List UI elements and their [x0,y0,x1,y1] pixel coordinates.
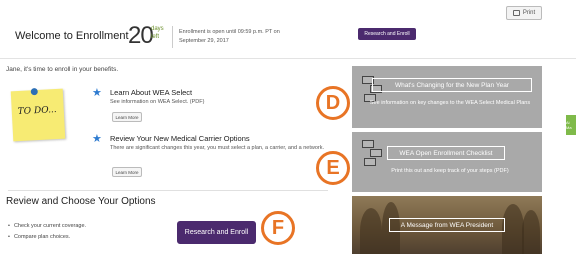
star-icon: ★ [92,133,102,145]
panel-description: Print this out and keep track of your st… [391,168,509,174]
panel-title: WEA Open Enrollment Checklist [387,146,505,160]
panel-title: A Message from WEA President [389,218,505,232]
days-left-unit: days left [151,25,164,41]
tree-silhouette [502,204,524,254]
tree-silhouette [360,208,382,254]
learn-more-button[interactable]: Learn More [112,112,142,122]
pushpin-icon [30,87,38,96]
callout-marker-e: E [316,151,350,185]
panel-whats-changing[interactable]: What's Changing for the New Plan Year Se… [352,66,542,128]
printer-icon [512,10,520,16]
item-description: There are significant changes this year,… [110,145,325,151]
review-bullet: Check your current coverage. [8,221,86,232]
review-section-title: Review and Choose Your Options [6,196,156,207]
panel-open-enrollment-checklist[interactable]: WEA Open Enrollment Checklist Print this… [352,132,542,192]
learn-more-button[interactable]: Learn More [112,167,142,177]
days-left-count: 20 [128,22,154,49]
panel-description: See information on key changes to the WE… [369,100,531,106]
days-unit-line1: days [151,26,164,32]
print-button[interactable]: Print [506,6,542,20]
greeting-text: Jane, it's time to enroll in your benefi… [6,66,119,73]
panel-president-message[interactable]: A Message from WEA President [352,196,542,254]
enrollment-header: Welcome to Enrollment 20 days left Enrol… [0,22,576,58]
page-title: Welcome to Enrollment [15,30,129,42]
todo-note-text: TO DO... [17,105,57,118]
callout-marker-d: D [316,86,350,120]
review-bullet: Compare plan choices. [8,232,86,243]
section-divider [8,190,328,191]
print-label: Print [522,10,536,16]
panel-title: What's Changing for the New Plan Year [372,78,532,92]
item-title: Review Your New Medical Carrier Options [110,134,250,143]
side-feedback-tab[interactable]: Ai Ma [566,115,576,135]
days-unit-line2: left [151,34,160,40]
tree-silhouette [522,210,540,254]
header-divider [172,26,173,48]
header-divider-line [0,58,576,59]
research-enroll-header-button[interactable]: Research and Enroll [358,28,416,40]
enrollment-deadline-notice: Enrollment is open until 09:59 p.m. PT o… [179,29,280,44]
todo-sticky-note: TO DO... [10,87,66,142]
star-icon: ★ [92,87,102,99]
review-bullet-list: Check your current coverage. Compare pla… [8,221,86,243]
item-title: Learn About WEA Select [110,88,193,97]
research-enroll-main-button[interactable]: Research and Enroll [177,221,256,244]
item-description: See information on WEA Select. (PDF) [110,99,205,105]
callout-marker-f: F [261,211,295,245]
